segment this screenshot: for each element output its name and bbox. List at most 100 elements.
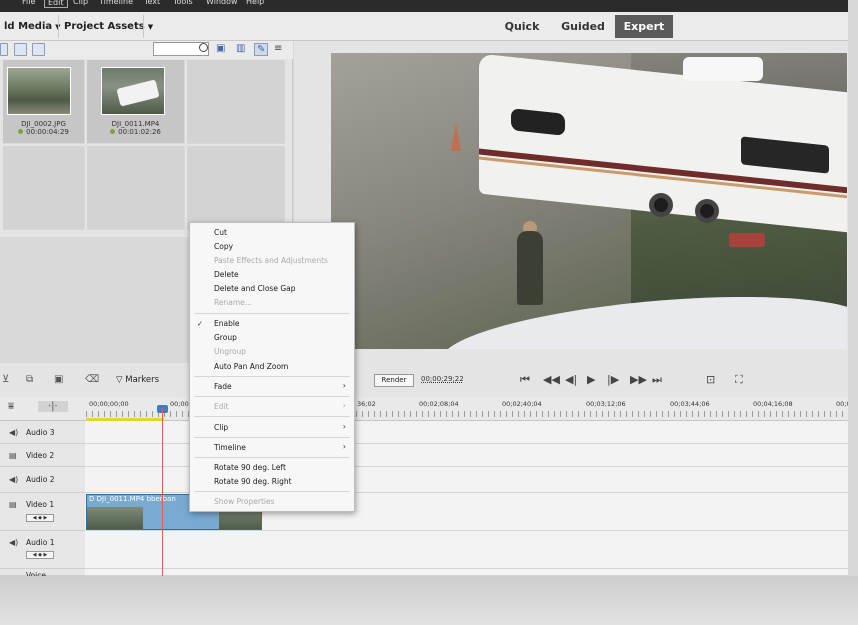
tool-icon[interactable]: ⊻ [2,374,9,385]
audio-waveform-icon[interactable]: ⋅|⋅ [38,401,68,412]
menu-item-auto-pan-zoom[interactable]: Auto Pan And Zoom [214,362,288,371]
chevron-down-icon: ▼ [147,23,154,31]
divider [58,15,59,38]
track-voice[interactable] [85,569,848,576]
menu-separator [194,313,350,314]
preview-wheel [695,199,719,223]
pin-icon[interactable]: ✎ [254,43,269,56]
chevron-right-icon: › [342,422,346,431]
cone-shape [451,123,461,151]
menu-tools[interactable]: Tools [173,0,193,8]
track-header-voice[interactable]: Voice [0,569,85,580]
preview-grill [729,233,765,247]
menu-item-rotate-right[interactable]: Rotate 90 deg. Right [214,477,292,486]
render-button[interactable]: Render [374,374,414,387]
ruler-label: 36;02 [357,400,376,408]
trash-icon[interactable]: ▥ [236,43,245,54]
timecode-display[interactable]: 00;00;29;22 [421,375,464,383]
media-item-duration: 00:01:02:26 [87,128,184,136]
smart-trim-icon[interactable]: ▣ [54,374,63,385]
filter-image-icon[interactable] [14,43,27,56]
play-icon[interactable]: ▶ [587,373,595,386]
media-thumbnail [101,67,165,115]
film-icon[interactable]: ▤ [9,451,17,460]
status-dot-icon [18,129,24,134]
menu-item-cut[interactable]: Cut [214,228,227,237]
trash-icon[interactable]: ⌫ [85,374,99,385]
speaker-icon[interactable]: ◀) [9,475,18,484]
add-media-label: ld Media [4,21,53,32]
track-header-video-2[interactable]: ▤ Video 2 [0,444,85,467]
menu-item-ungroup: Ungroup [214,347,247,356]
track-audio-1[interactable] [85,531,848,569]
media-item[interactable]: DJI_0002.JPG 00:00:04:29 [3,60,85,144]
menu-separator [194,416,350,417]
menu-item-rename: Rename... [214,298,252,307]
menu-item-rotate-left[interactable]: Rotate 90 deg. Left [214,463,286,472]
menu-edit[interactable]: Edit [44,0,68,8]
menu-help[interactable]: Help [246,0,264,8]
mode-bar: ld Media▼ Project Assets▼ Quick Guided E… [0,12,848,41]
menu-item-paste-effects: Paste Effects and Adjustments [214,256,328,265]
menu-item-enable[interactable]: Enable [214,319,240,328]
mode-tab-quick[interactable]: Quick [499,15,545,38]
go-to-end-icon[interactable]: ⏭ [652,373,662,387]
folder-icon[interactable]: ▣ [216,43,225,54]
menu-timeline[interactable]: Timeline [99,0,133,8]
fullscreen-icon[interactable]: ⛶ [735,373,743,387]
menu-item-timeline[interactable]: Timeline [214,443,246,452]
ruler-label: 00;00;00;00 [89,400,129,408]
video-preview[interactable] [331,53,847,349]
media-item[interactable]: DJI_0011.MP4 00:01:02:26 [87,60,185,144]
track-header-video-1[interactable]: ▤ Video 1 ◀ ◆ ▶ [0,493,85,531]
menu-item-delete[interactable]: Delete [214,270,239,279]
track-name: Audio 2 [26,475,55,484]
menu-window[interactable]: Window [206,0,238,8]
menu-file[interactable]: File [22,0,35,8]
menu-item-group[interactable]: Group [214,333,237,342]
step-forward-icon[interactable]: ▶▶ [630,373,647,386]
filter-audio-icon[interactable] [32,43,45,56]
track-header-audio-3[interactable]: ◀) Audio 3 [0,421,85,444]
timeline-ruler[interactable]: ⩸ ⋅|⋅ 00;00;00;00 00;00 36;02 00;02;08;0… [0,397,851,421]
split-icon[interactable]: ⧉ [26,374,33,385]
media-slot [87,146,185,230]
chevron-right-icon: › [342,401,346,410]
project-assets-panel: ▣ ▥ ✎ ≡ DJI_0002.JPG 00:00:04:29 DJI_001… [0,41,293,237]
track-header-audio-1[interactable]: ◀) Audio 1 ◀ ◆ ▶ [0,531,85,569]
playhead[interactable] [162,408,163,576]
speaker-icon[interactable]: ◀) [9,428,18,437]
track-settings-icon[interactable]: ⩸ [8,401,14,412]
menu-item-clip[interactable]: Clip [214,423,228,432]
panel-menu-icon[interactable]: ≡ [274,43,282,54]
chevron-right-icon: › [342,381,346,390]
menu-item-copy[interactable]: Copy [214,242,233,251]
assets-toolbar: ▣ ▥ ✎ ≡ [0,41,293,59]
filter-video-icon[interactable] [0,43,8,56]
frame-back-icon[interactable]: ◀| [565,373,577,386]
media-slot [187,60,285,144]
track-name: Video 1 [26,500,55,509]
track-header-audio-2[interactable]: ◀) Audio 2 [0,467,85,493]
speaker-icon[interactable]: ◀) [9,538,18,547]
menu-text[interactable]: Text [144,0,160,8]
monitor-icon[interactable]: ⊡ [706,373,715,386]
chevron-right-icon: › [342,442,346,451]
search-icon[interactable] [199,43,208,52]
markers-button[interactable]: ▽ Markers [116,375,159,385]
thumbnail-content [116,79,160,107]
menu-item-delete-close-gap[interactable]: Delete and Close Gap [214,284,296,293]
frame-forward-icon[interactable]: |▶ [607,373,619,386]
menu-clip[interactable]: Clip [73,0,88,8]
go-to-start-icon[interactable]: ⏮ [520,373,530,387]
mode-tab-guided[interactable]: Guided [555,15,611,38]
film-icon[interactable]: ▤ [9,500,17,509]
mode-tab-expert[interactable]: Expert [615,15,673,38]
step-back-icon[interactable]: ◀◀ [543,373,560,386]
menu-separator [194,437,350,438]
menu-item-fade[interactable]: Fade [214,382,232,391]
keyframe-control[interactable]: ◀ ◆ ▶ [26,514,54,522]
keyframe-control[interactable]: ◀ ◆ ▶ [26,551,54,559]
menu-separator [194,457,350,458]
add-media-button[interactable]: ld Media▼ [0,12,65,41]
